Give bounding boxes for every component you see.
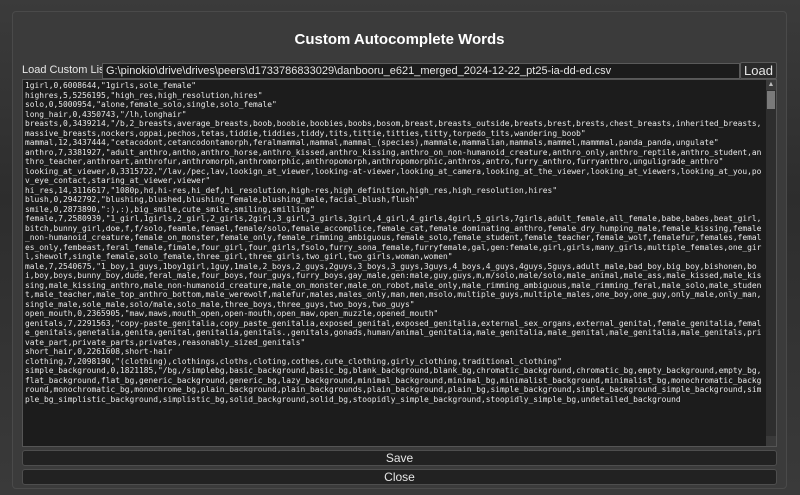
path-input[interactable]: G:\pinokio\drive\drives\peers\d173378683… (102, 63, 740, 79)
dialog-title: Custom Autocomplete Words (294, 31, 505, 48)
save-button[interactable]: Save (22, 450, 777, 466)
words-editor[interactable]: 1girl,0,6008644,"1girls,sole_female" hig… (22, 79, 777, 447)
scroll-up-arrow-icon[interactable]: ▲ (766, 80, 776, 90)
load-custom-list-label: Load Custom List: (22, 64, 111, 76)
close-button[interactable]: Close (22, 469, 777, 485)
resize-grip-icon[interactable] (766, 436, 776, 446)
load-button[interactable]: Load (740, 62, 777, 79)
words-editor-text[interactable]: 1girl,0,6008644,"1girls,sole_female" hig… (25, 81, 764, 444)
scroll-thumb[interactable] (767, 91, 775, 109)
load-row: Load Custom List: G:\pinokio\drive\drive… (22, 62, 777, 80)
vertical-scrollbar[interactable]: ▲ ▼ (766, 80, 776, 446)
autocomplete-dialog: Custom Autocomplete Words Load Custom Li… (12, 11, 787, 489)
